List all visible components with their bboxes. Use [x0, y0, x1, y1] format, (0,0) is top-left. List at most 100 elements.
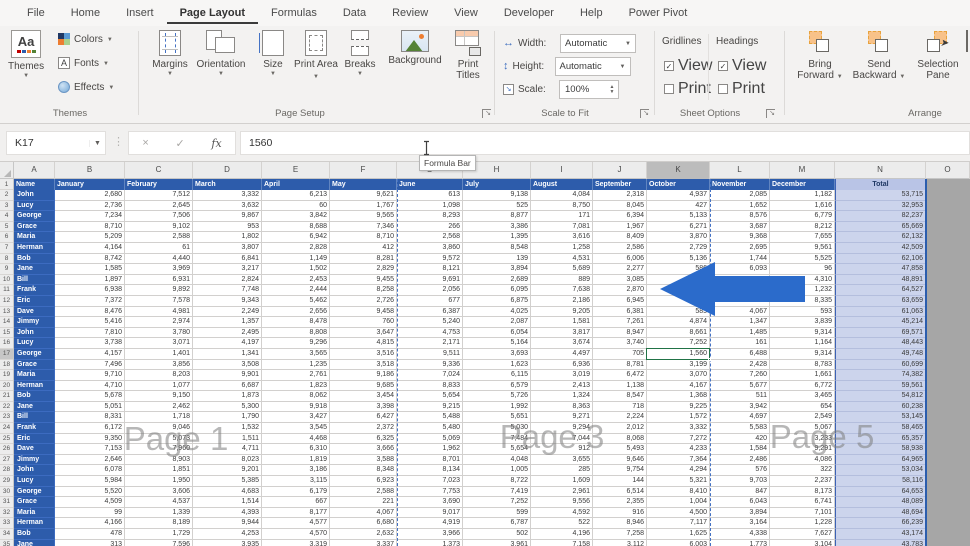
value-cell[interactable]: 6,680 [330, 518, 397, 529]
value-cell[interactable]: 7,261 [593, 317, 647, 328]
value-cell[interactable]: 2,372 [330, 423, 397, 434]
column-header-J[interactable]: J [593, 162, 647, 179]
value-cell[interactable]: 9,225 [647, 402, 710, 413]
name-cell[interactable]: Bill [14, 275, 55, 286]
value-cell[interactable]: 5,133 [647, 211, 710, 222]
value-cell[interactable]: 9,703 [710, 476, 770, 487]
value-cell[interactable]: 2,495 [193, 328, 262, 339]
total-cell[interactable]: 59,561 [835, 381, 926, 392]
value-cell[interactable]: 7,627 [770, 529, 835, 540]
column-header-O[interactable]: O [926, 162, 970, 179]
value-cell[interactable]: 427 [647, 201, 710, 212]
value-cell[interactable]: 4,067 [330, 508, 397, 519]
value-cell[interactable]: 2,355 [593, 497, 647, 508]
value-cell[interactable]: 1,873 [193, 391, 262, 402]
value-cell[interactable]: 8,173 [770, 487, 835, 498]
value-cell[interactable]: 5,654 [397, 391, 463, 402]
name-cell[interactable]: Frank [14, 423, 55, 434]
value-cell[interactable]: 8,348 [330, 465, 397, 476]
value-cell[interactable]: 1,164 [770, 338, 835, 349]
row-header-21[interactable]: 21 [0, 391, 13, 402]
value-cell[interactable]: 6,381 [593, 307, 647, 318]
value-cell[interactable]: 4,025 [463, 307, 531, 318]
value-cell[interactable]: 6,054 [463, 328, 531, 339]
value-cell[interactable]: 4,710 [55, 381, 125, 392]
column-header-B[interactable]: B [55, 162, 125, 179]
value-cell[interactable]: 9,565 [330, 211, 397, 222]
value-cell[interactable]: 8,331 [55, 412, 125, 423]
value-cell[interactable]: 1,077 [125, 381, 193, 392]
value-cell[interactable]: 5,164 [463, 338, 531, 349]
value-cell[interactable]: 613 [397, 190, 463, 201]
row-header-35[interactable]: 35 [0, 540, 13, 546]
value-cell[interactable]: 8,576 [710, 211, 770, 222]
value-cell[interactable]: 8,742 [55, 254, 125, 265]
value-cell[interactable]: 7,158 [531, 540, 593, 546]
value-cell[interactable]: 7,346 [330, 222, 397, 233]
value-cell[interactable]: 3,319 [262, 540, 330, 546]
row-header-24[interactable]: 24 [0, 423, 13, 434]
value-cell[interactable]: 7,234 [55, 211, 125, 222]
value-cell[interactable]: 7,753 [397, 487, 463, 498]
total-cell[interactable]: 42,509 [835, 243, 926, 254]
row-header-12[interactable]: 12 [0, 296, 13, 307]
total-cell[interactable]: 74,382 [835, 370, 926, 381]
value-cell[interactable]: 6,579 [463, 381, 531, 392]
tab-review[interactable]: Review [379, 2, 441, 25]
value-cell[interactable]: 9,336 [397, 360, 463, 371]
value-cell[interactable]: 3,966 [397, 529, 463, 540]
row-header-26[interactable]: 26 [0, 444, 13, 455]
gridlines-view-checkbox[interactable]: ✓View [664, 57, 712, 75]
value-cell[interactable]: 9,343 [193, 296, 262, 307]
row-header-17[interactable]: 17 [0, 349, 13, 360]
themes-button[interactable]: Aa Themes▼ [8, 30, 44, 79]
value-cell[interactable]: 654 [770, 402, 835, 413]
value-cell[interactable]: 4,233 [647, 444, 710, 455]
header-cell-total[interactable]: Total [835, 179, 926, 190]
header-cell-name[interactable]: Name [14, 179, 55, 190]
value-cell[interactable]: 1,138 [593, 381, 647, 392]
value-cell[interactable]: 9,561 [770, 243, 835, 254]
total-cell[interactable]: 49,748 [835, 349, 926, 360]
value-cell[interactable]: 1,149 [262, 254, 330, 265]
value-cell[interactable]: 7,081 [531, 222, 593, 233]
value-cell[interactable]: 9,511 [397, 349, 463, 360]
value-cell[interactable]: 4,196 [531, 529, 593, 540]
value-cell[interactable]: 5,051 [55, 402, 125, 413]
value-cell[interactable]: 916 [593, 508, 647, 519]
value-cell[interactable]: 8,808 [262, 328, 330, 339]
select-all-corner[interactable] [0, 162, 14, 179]
value-cell[interactable]: 6,325 [330, 434, 397, 445]
value-cell[interactable]: 4,592 [531, 508, 593, 519]
name-cell[interactable]: John [14, 328, 55, 339]
row-header-31[interactable]: 31 [0, 497, 13, 508]
value-cell[interactable]: 4,294 [647, 465, 710, 476]
value-cell[interactable]: 1,581 [531, 317, 593, 328]
value-cell[interactable]: 1,802 [193, 232, 262, 243]
name-cell[interactable]: Frank [14, 285, 55, 296]
name-box[interactable]: K17 ▼ [6, 131, 106, 155]
name-cell[interactable]: George [14, 349, 55, 360]
tab-developer[interactable]: Developer [491, 2, 567, 25]
value-cell[interactable]: 4,338 [710, 529, 770, 540]
value-cell[interactable]: 9,572 [397, 254, 463, 265]
margins-button[interactable]: Margins▼ [148, 30, 192, 77]
value-cell[interactable]: 6,488 [710, 349, 770, 360]
value-cell[interactable]: 2,413 [531, 381, 593, 392]
total-cell[interactable]: 63,659 [835, 296, 926, 307]
value-cell[interactable]: 5,520 [55, 487, 125, 498]
column-header-D[interactable]: D [193, 162, 262, 179]
tab-power-pivot[interactable]: Power Pivot [616, 2, 701, 25]
row-header-19[interactable]: 19 [0, 370, 13, 381]
value-cell[interactable]: 1,341 [193, 349, 262, 360]
name-cell[interactable]: Eric [14, 434, 55, 445]
row-header-1[interactable]: 1 [0, 179, 13, 190]
value-cell[interactable]: 6,779 [770, 211, 835, 222]
name-cell[interactable]: Maria [14, 508, 55, 519]
value-cell[interactable]: 9,314 [770, 349, 835, 360]
value-cell[interactable]: 9,944 [193, 518, 262, 529]
value-cell[interactable]: 4,981 [125, 307, 193, 318]
value-cell[interactable]: 8,476 [55, 307, 125, 318]
value-cell[interactable]: 144 [593, 476, 647, 487]
value-cell[interactable]: 1,661 [770, 370, 835, 381]
